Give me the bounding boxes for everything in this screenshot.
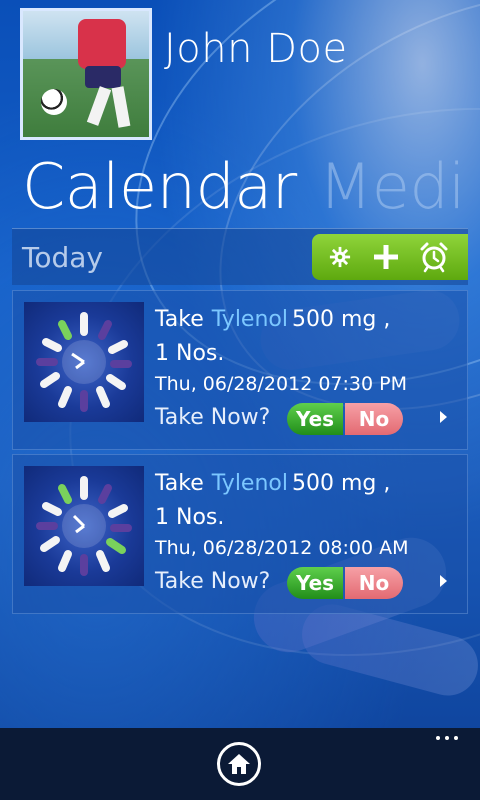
dose-label: 500 mg , bbox=[291, 307, 391, 332]
more-icon[interactable] bbox=[436, 736, 458, 740]
medicine-link[interactable]: Tylenol bbox=[212, 471, 288, 496]
action-toolbar bbox=[312, 234, 468, 280]
pill-clock-icon bbox=[24, 302, 144, 422]
chevron-right-icon[interactable] bbox=[440, 411, 447, 423]
today-label: Today bbox=[22, 241, 103, 274]
reminder-title: Take Tylenol 500 mg , bbox=[155, 307, 390, 332]
pivot-header: Calendar Medi bbox=[22, 150, 466, 223]
take-now-prompt: Take Now? bbox=[155, 569, 271, 594]
pivot-item-medicines[interactable]: Medi bbox=[319, 150, 466, 223]
take-label: Take bbox=[155, 307, 204, 332]
no-button[interactable]: No bbox=[345, 567, 403, 599]
no-button[interactable]: No bbox=[345, 403, 403, 435]
gear-icon bbox=[329, 246, 351, 268]
reminder-title: Take Tylenol 500 mg , bbox=[155, 471, 390, 496]
pivot-item-calendar[interactable]: Calendar bbox=[22, 150, 297, 223]
app-bar bbox=[0, 728, 480, 800]
quantity-label: 1 Nos. bbox=[155, 341, 225, 366]
take-now-prompt: Take Now? bbox=[155, 405, 271, 430]
reminder-card[interactable]: Take Tylenol 500 mg , 1 Nos. Thu, 06/28/20… bbox=[12, 290, 468, 450]
today-bar: Today bbox=[12, 228, 468, 285]
take-label: Take bbox=[155, 471, 204, 496]
datetime-label: Thu, 06/28/2012 07:30 PM bbox=[155, 373, 407, 395]
datetime-label: Thu, 06/28/2012 08:00 AM bbox=[155, 537, 409, 559]
yes-button[interactable]: Yes bbox=[287, 403, 343, 435]
dose-label: 500 mg , bbox=[291, 471, 391, 496]
yes-button[interactable]: Yes bbox=[287, 567, 343, 599]
add-reminder-button[interactable] bbox=[364, 234, 408, 280]
settings-button[interactable] bbox=[318, 234, 362, 280]
plus-icon bbox=[374, 245, 398, 269]
quantity-label: 1 Nos. bbox=[155, 505, 225, 530]
pill-clock-icon bbox=[24, 466, 144, 586]
profile-photo[interactable] bbox=[20, 8, 152, 140]
alarm-button[interactable] bbox=[412, 234, 456, 280]
alarm-clock-icon bbox=[420, 242, 448, 273]
chevron-right-icon[interactable] bbox=[440, 575, 447, 587]
home-button[interactable] bbox=[217, 742, 261, 786]
user-name: John Doe bbox=[164, 26, 348, 72]
home-icon bbox=[228, 754, 250, 774]
reminder-card[interactable]: Take Tylenol 500 mg , 1 Nos. Thu, 06/28/20… bbox=[12, 454, 468, 614]
medicine-link[interactable]: Tylenol bbox=[212, 307, 288, 332]
